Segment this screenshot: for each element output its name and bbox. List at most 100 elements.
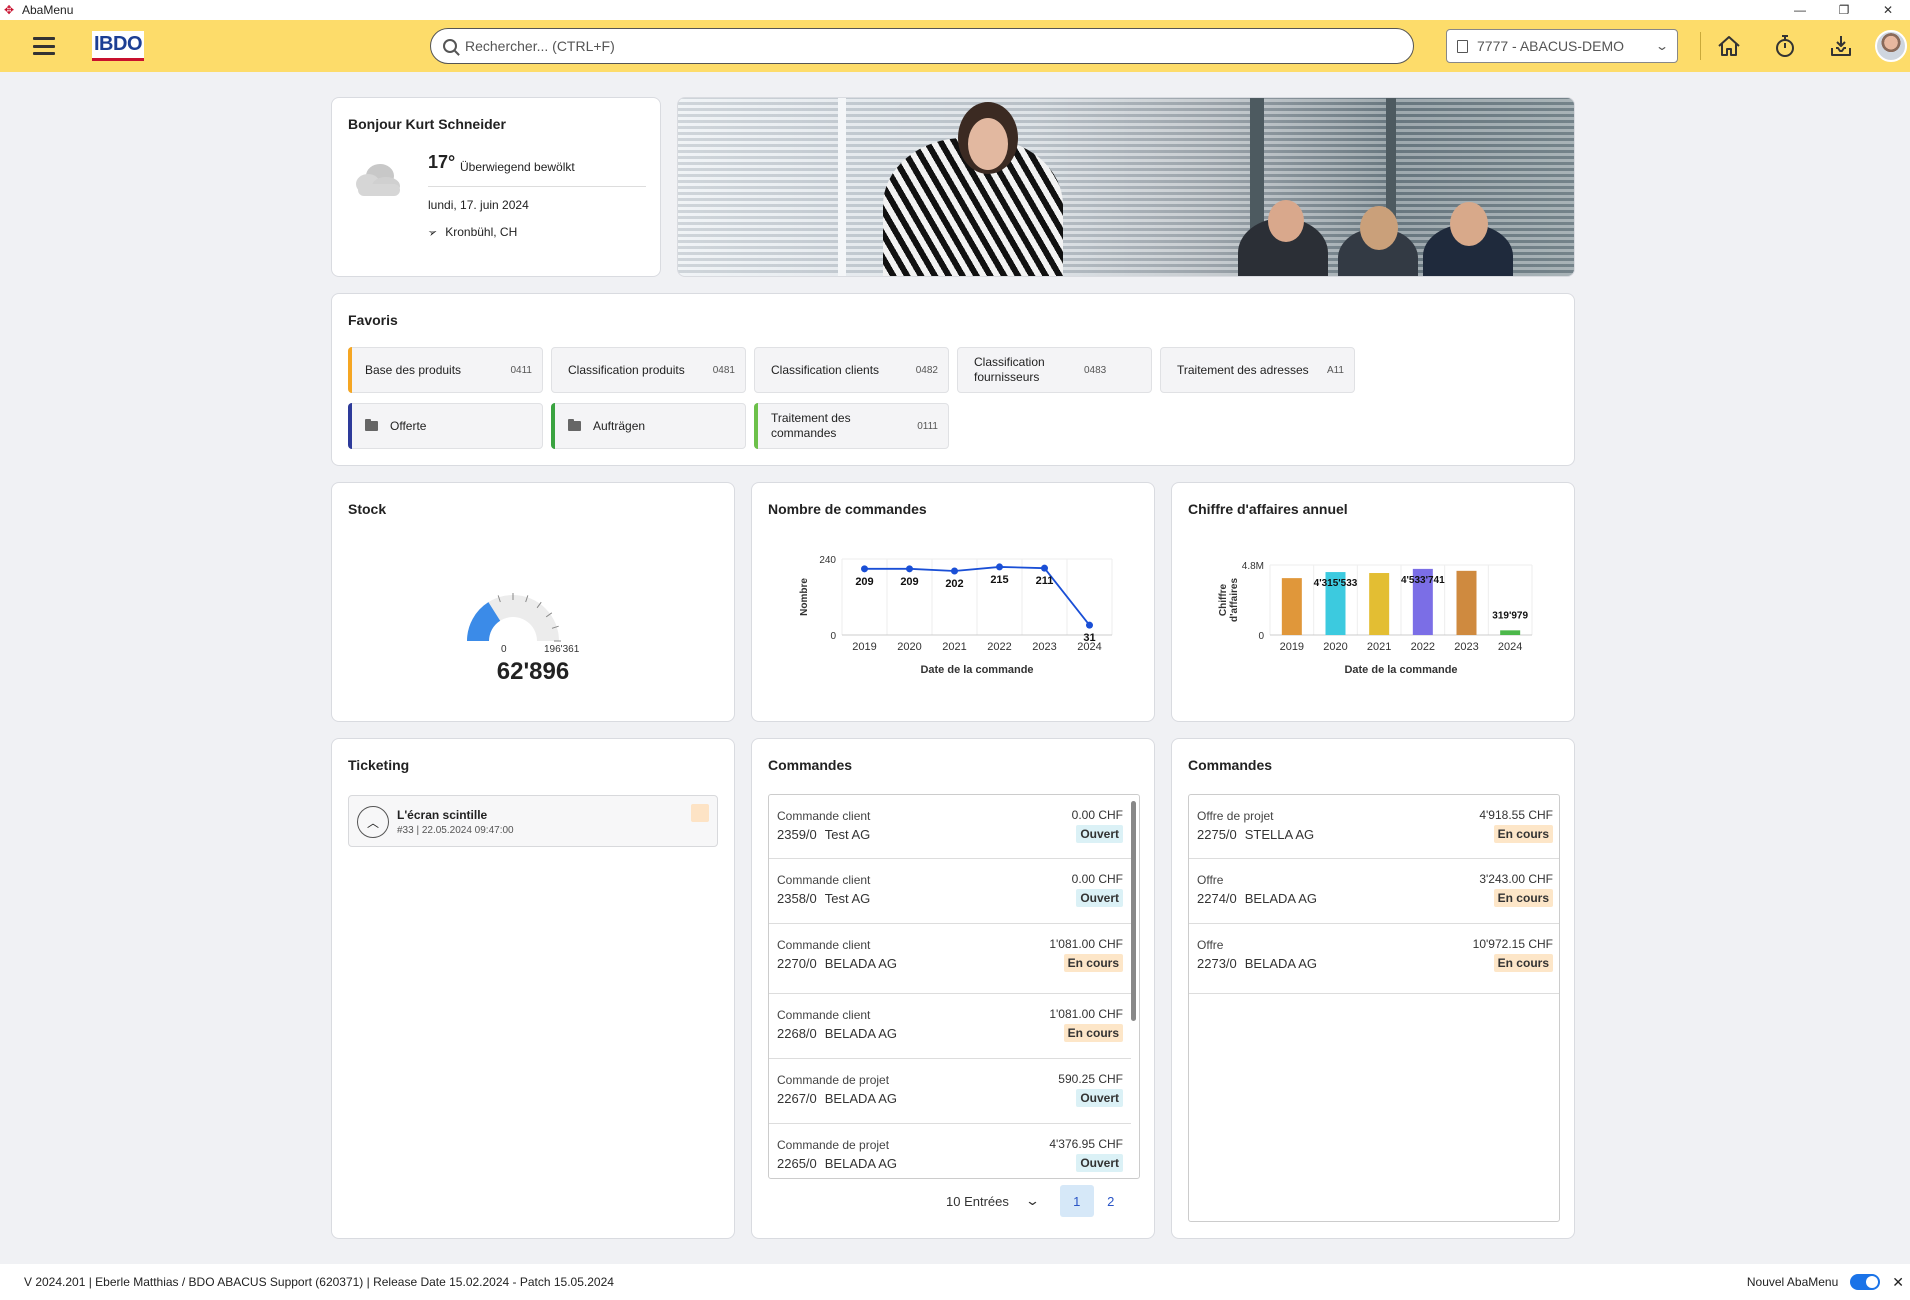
- list-item[interactable]: Commande client 2268/0 BELADA AG 1'081.00 C…: [769, 994, 1131, 1059]
- favorite-label: Traitement des adresses: [1177, 362, 1309, 377]
- orders-title: Commandes: [768, 757, 853, 773]
- bdo-logo[interactable]: IBDO: [92, 31, 144, 61]
- favorite-item[interactable]: Classification produits 0481: [551, 347, 746, 393]
- new-abamenu-label: Nouvel AbaMenu: [1746, 1275, 1839, 1289]
- orders-card: Commandes Commande client 2359/0 Test AG 0.…: [751, 738, 1155, 1239]
- order-id: 2275/0: [1197, 827, 1237, 842]
- revenue-card: Chiffre d'affaires annuel 0 4.8M Chiffred'…: [1171, 482, 1575, 722]
- greeting-card: Bonjour Kurt Schneider 17° Überwiegend b…: [331, 97, 661, 277]
- data-label: 215: [990, 574, 1008, 586]
- customer-name: BELADA AG: [1244, 956, 1318, 971]
- chevron-up-icon: ︿: [366, 815, 379, 830]
- x-tick-label: 2024: [1498, 641, 1522, 653]
- x-tick-label: 2021: [942, 641, 966, 653]
- search-input[interactable]: [465, 38, 1365, 54]
- list-item[interactable]: Commande client 2359/0 Test AG 0.00 CHF Ouve…: [769, 795, 1131, 859]
- ticket-meta: #33 | 22.05.2024 09:47:00: [397, 825, 514, 836]
- chevron-down-icon: ⌄: [1654, 39, 1670, 53]
- close-window-button[interactable]: ✕: [1866, 3, 1910, 17]
- stock-value: 62'896: [496, 658, 570, 685]
- bar: [1281, 578, 1302, 635]
- entries-select[interactable]: 10 Entrées: [946, 1194, 1009, 1209]
- chevron-down-icon[interactable]: ⌄: [1025, 1193, 1040, 1209]
- x-tick-label: 2020: [1323, 641, 1347, 653]
- mandant-value: 7777 - ABACUS-DEMO: [1477, 38, 1625, 54]
- favorite-item[interactable]: Aufträgen: [551, 403, 746, 449]
- customer-name: BELADA AG: [1244, 891, 1318, 906]
- download-button[interactable]: [1813, 33, 1869, 59]
- favorite-item[interactable]: Traitement des commandes 0111: [754, 403, 949, 449]
- restore-button[interactable]: ❐: [1822, 3, 1866, 17]
- expand-button[interactable]: ︿: [357, 806, 389, 838]
- orders-count-card: Nombre de commandes 0 240 Nombre Date de la…: [751, 482, 1155, 722]
- list-item[interactable]: Commande client 2358/0 Test AG 0.00 CHF Ouve…: [769, 859, 1131, 924]
- data-point: [861, 565, 868, 573]
- list-item[interactable]: Offre 2274/0 BELADA AG 3'243.00 CHF En cours: [1189, 859, 1559, 924]
- order-number: 2267/0 BELADA AG: [777, 1091, 897, 1106]
- window-titlebar: ✥ AbaMenu — ❐ ✕: [0, 0, 1910, 20]
- data-label: 209: [855, 576, 873, 588]
- timer-button[interactable]: [1757, 33, 1813, 59]
- list-item[interactable]: Commande client 2270/0 BELADA AG 1'081.00 C…: [769, 924, 1131, 994]
- offers-title: Commandes: [1188, 757, 1273, 773]
- home-icon: [1718, 36, 1740, 56]
- favorite-code: 0481: [712, 364, 735, 376]
- list-item[interactable]: Offre de projet 2275/0 STELLA AG 4'918.55 C…: [1189, 795, 1559, 859]
- customer-name: BELADA AG: [824, 1156, 898, 1171]
- offers-list: Offre de projet 2275/0 STELLA AG 4'918.55 C…: [1188, 794, 1560, 1222]
- list-item[interactable]: Commande de projet 2267/0 BELADA AG 590.25 …: [769, 1059, 1131, 1124]
- divider: [428, 186, 646, 187]
- y-tick-label: 0: [1258, 631, 1264, 642]
- favorite-item[interactable]: Classification clients 0482: [754, 347, 949, 393]
- favorites-title: Favoris: [348, 312, 398, 328]
- status-badge: En cours: [1493, 954, 1553, 972]
- data-label: 211: [1036, 575, 1054, 587]
- ticketing-title: Ticketing: [348, 757, 410, 773]
- scrollbar[interactable]: [1131, 801, 1136, 1021]
- x-axis-label: Date de la commande: [1344, 664, 1457, 676]
- app-icon: ✥: [4, 3, 15, 17]
- favorite-accent: [348, 403, 352, 449]
- data-point: [996, 563, 1003, 571]
- order-id: 2270/0: [777, 956, 817, 971]
- home-button[interactable]: [1701, 33, 1757, 59]
- order-type: Offre de projet: [1197, 809, 1274, 823]
- data-point: [1086, 621, 1093, 629]
- version-info: V 2024.201 | Eberle Matthias / BDO ABACU…: [24, 1275, 614, 1289]
- order-id: 2358/0: [777, 891, 817, 906]
- order-amount: 4'376.95 CHF: [1049, 1137, 1123, 1151]
- user-avatar[interactable]: [1875, 30, 1907, 62]
- favorite-item[interactable]: Classification fournisseurs 0483: [957, 347, 1152, 393]
- close-icon[interactable]: ✕: [1892, 1274, 1904, 1291]
- page-2-button[interactable]: 2: [1094, 1185, 1128, 1217]
- order-type: Commande client: [777, 873, 871, 887]
- list-item[interactable]: Offre 2273/0 BELADA AG 10'972.15 CHF En cour…: [1189, 924, 1559, 994]
- mandant-select[interactable]: 7777 - ABACUS-DEMO ⌄: [1446, 29, 1678, 63]
- favorite-item[interactable]: Traitement des adresses A11: [1160, 347, 1355, 393]
- new-abamenu-toggle[interactable]: [1850, 1274, 1881, 1290]
- ticket-item[interactable]: ︿ L'écran scintille #33 | 22.05.2024 09:…: [348, 795, 718, 847]
- x-tick-label: 2019: [1280, 641, 1304, 653]
- gauge-max-label: 196'361: [544, 644, 580, 655]
- favorite-label: Classification fournisseurs: [974, 355, 1045, 384]
- order-type: Commande client: [777, 938, 871, 952]
- list-item[interactable]: Commande de projet 2265/0 BELADA AG 4'376.9…: [769, 1124, 1131, 1178]
- location-text: Kronbühl, CH: [445, 225, 518, 239]
- order-amount: 1'081.00 CHF: [1049, 937, 1123, 951]
- menu-icon[interactable]: [33, 37, 55, 55]
- x-tick-label: 2023: [1454, 641, 1478, 653]
- order-number: 2265/0 BELADA AG: [777, 1156, 897, 1171]
- window-title: AbaMenu: [22, 3, 74, 17]
- favorite-item[interactable]: Offerte: [348, 403, 543, 449]
- favorite-label: Aufträgen: [593, 418, 646, 433]
- page-1-button[interactable]: 1: [1059, 1185, 1094, 1217]
- status-badge: En cours: [1493, 825, 1553, 843]
- favorite-item[interactable]: Base des produits 0411: [348, 347, 543, 393]
- customer-name: BELADA AG: [824, 1091, 898, 1106]
- offers-card: Commandes Offre de projet 2275/0 STELLA AG…: [1171, 738, 1575, 1239]
- ticketing-card: Ticketing ︿ L'écran scintille #33 | 22.0…: [331, 738, 735, 1239]
- gauge-min-label: 0: [501, 644, 507, 655]
- minimize-button[interactable]: —: [1778, 3, 1822, 17]
- favorite-label: Traitement des commandes: [771, 411, 851, 440]
- search-bar[interactable]: [430, 28, 1414, 64]
